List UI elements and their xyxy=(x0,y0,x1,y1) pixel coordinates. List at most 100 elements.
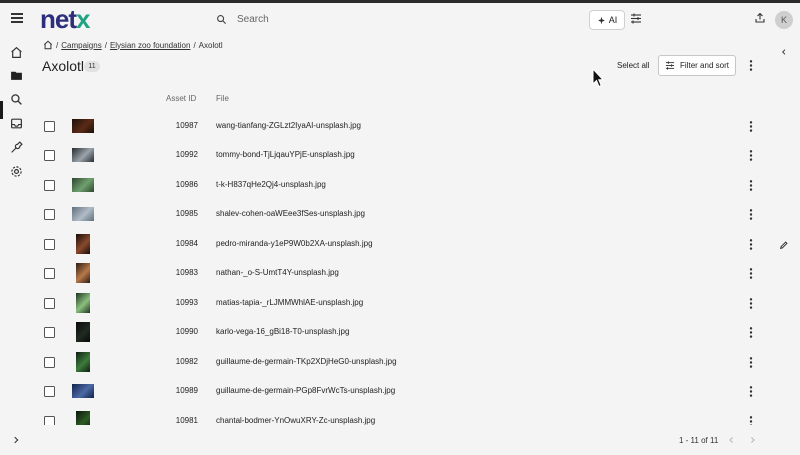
filter-and-sort-label: Filter and sort xyxy=(680,61,729,70)
row-more-vert-icon[interactable] xyxy=(749,268,753,280)
table-row[interactable]: 10985 shalev-cohen-oaWEee3fSes-unsplash.j… xyxy=(32,201,772,231)
file-name-cell[interactable]: guillaume-de-germain-PGp8FvrWcTs-unsplas… xyxy=(216,386,395,395)
select-all-button[interactable]: Select all xyxy=(617,61,649,70)
asset-id-cell: 10981 xyxy=(175,415,198,425)
table-row[interactable]: 10983 nathan-_o-S-UmtT4Y-unsplash.jpg xyxy=(32,260,772,290)
breadcrumb-campaigns[interactable]: Campaigns xyxy=(61,41,101,50)
inbox-icon[interactable] xyxy=(10,117,23,130)
search-input[interactable] xyxy=(235,12,559,26)
row-more-vert-icon[interactable] xyxy=(749,297,753,309)
row-more-vert-icon[interactable] xyxy=(749,386,753,398)
row-checkbox[interactable] xyxy=(44,415,55,425)
row-checkbox[interactable] xyxy=(44,150,55,162)
next-page-icon[interactable] xyxy=(748,435,757,445)
column-header-file[interactable]: File xyxy=(216,94,229,103)
file-name-cell[interactable]: pedro-miranda-y1eP9W0b2XA-unsplash.jpg xyxy=(216,239,373,248)
asset-id-cell: 10987 xyxy=(175,120,198,130)
row-more-vert-icon[interactable] xyxy=(749,150,753,162)
asset-table: 10987 wang-tianfang-ZGLzt2IyaAI-unsplash.… xyxy=(32,112,772,425)
row-checkbox[interactable] xyxy=(44,238,55,250)
asset-thumbnail[interactable] xyxy=(76,322,90,343)
previous-page-icon[interactable] xyxy=(727,435,736,445)
tune-icon[interactable] xyxy=(630,13,642,24)
table-row[interactable]: 10982 guillaume-de-germain-TKp2XDjHeG0-un… xyxy=(32,348,772,378)
row-checkbox[interactable] xyxy=(44,209,55,221)
more-vert-icon[interactable] xyxy=(749,60,753,71)
file-name-cell[interactable]: chantal-bodmer-YnOwuXRY-Zc-unsplash.jpg xyxy=(216,416,375,425)
row-more-vert-icon[interactable] xyxy=(749,238,753,250)
file-name-cell[interactable]: tommy-bond-TjLjqauYPjE-unsplash.jpg xyxy=(216,150,355,159)
row-checkbox[interactable] xyxy=(44,179,55,191)
table-row[interactable]: 10987 wang-tianfang-ZGLzt2IyaAI-unsplash.… xyxy=(32,112,772,142)
row-more-vert-icon[interactable] xyxy=(749,356,753,368)
expand-sidebar-icon[interactable] xyxy=(11,435,21,445)
search-nav-icon[interactable] xyxy=(10,93,23,106)
home-breadcrumb-icon[interactable] xyxy=(43,40,53,50)
row-more-vert-icon[interactable] xyxy=(749,179,753,191)
logo-accent: x xyxy=(76,4,91,34)
row-more-vert-icon[interactable] xyxy=(749,415,753,425)
file-name-cell[interactable]: wang-tianfang-ZGLzt2IyaAI-unsplash.jpg xyxy=(216,121,361,130)
tools-icon[interactable] xyxy=(10,141,23,154)
row-checkbox[interactable] xyxy=(44,268,55,280)
asset-thumbnail[interactable] xyxy=(76,263,90,284)
pagination-range: 1 - 11 of 11 xyxy=(679,436,719,445)
asset-thumbnail[interactable] xyxy=(76,351,90,372)
file-name-cell[interactable]: guillaume-de-germain-TKp2XDjHeG0-unsplas… xyxy=(216,357,397,366)
file-name-cell[interactable]: matias-tapia-_rLJMMWhlAE-unsplash.jpg xyxy=(216,298,363,307)
home-icon[interactable] xyxy=(10,46,23,59)
column-header-asset-id[interactable]: Asset ID xyxy=(166,94,196,103)
sparkle-icon xyxy=(597,16,605,24)
file-name-cell[interactable]: nathan-_o-S-UmtT4Y-unsplash.jpg xyxy=(216,268,339,277)
tune-icon xyxy=(665,61,675,70)
table-row[interactable]: 10990 karlo-vega-16_gBi18-T0-unsplash.jpg xyxy=(32,319,772,349)
asset-thumbnail[interactable] xyxy=(72,118,94,133)
row-checkbox[interactable] xyxy=(44,327,55,339)
table-row[interactable]: 10989 guillaume-de-germain-PGp8FvrWcTs-un… xyxy=(32,378,772,408)
avatar[interactable]: K xyxy=(775,11,793,29)
page-title: Axolotl xyxy=(42,58,85,74)
breadcrumb-separator: / xyxy=(104,40,107,50)
item-count-badge: 11 xyxy=(84,61,100,72)
row-more-vert-icon[interactable] xyxy=(749,120,753,132)
table-row[interactable]: 10981 chantal-bodmer-YnOwuXRY-Zc-unsplash… xyxy=(32,407,772,425)
file-name-cell[interactable]: shalev-cohen-oaWEee3fSes-unsplash.jpg xyxy=(216,209,365,218)
row-checkbox[interactable] xyxy=(44,120,55,132)
breadcrumb-current: Axolotl xyxy=(198,40,223,50)
breadcrumb-separator: / xyxy=(56,40,59,50)
breadcrumb-separator: / xyxy=(193,40,196,50)
row-checkbox[interactable] xyxy=(44,297,55,309)
asset-thumbnail[interactable] xyxy=(72,148,94,163)
breadcrumb-elysian-zoo[interactable]: Elysian zoo foundation xyxy=(110,41,191,50)
asset-thumbnail[interactable] xyxy=(72,177,94,192)
table-row[interactable]: 10993 matias-tapia-_rLJMMWhlAE-unsplash.j… xyxy=(32,289,772,319)
table-row[interactable]: 10986 t-k-H837qHe2Qj4-unsplash.jpg xyxy=(32,171,772,201)
asset-thumbnail[interactable] xyxy=(76,292,90,313)
row-checkbox[interactable] xyxy=(44,356,55,368)
file-name-cell[interactable]: t-k-H837qHe2Qj4-unsplash.jpg xyxy=(216,180,326,189)
left-nav xyxy=(0,35,32,455)
share-icon[interactable] xyxy=(754,12,766,24)
asset-thumbnail[interactable] xyxy=(72,207,94,222)
menu-icon[interactable] xyxy=(11,13,23,23)
search-icon xyxy=(217,14,227,24)
ai-search-button[interactable]: AI xyxy=(589,10,625,30)
asset-thumbnail[interactable] xyxy=(76,233,90,254)
asset-id-cell: 10982 xyxy=(175,356,198,366)
folder-icon[interactable] xyxy=(10,69,23,82)
chevron-left-icon[interactable] xyxy=(780,47,788,57)
filter-and-sort-button[interactable]: Filter and sort xyxy=(658,55,736,76)
edit-pencil-icon[interactable] xyxy=(779,240,789,250)
file-name-cell[interactable]: karlo-vega-16_gBi18-T0-unsplash.jpg xyxy=(216,327,349,336)
asset-thumbnail[interactable] xyxy=(76,410,90,425)
search-bar[interactable] xyxy=(216,8,584,30)
row-checkbox[interactable] xyxy=(44,386,55,398)
asset-thumbnail[interactable] xyxy=(72,384,94,399)
table-row[interactable]: 10984 pedro-miranda-y1eP9W0b2XA-unsplash.… xyxy=(32,230,772,260)
netx-logo[interactable]: netx xyxy=(40,4,91,34)
table-row[interactable]: 10992 tommy-bond-TjLjqauYPjE-unsplash.jpg xyxy=(32,142,772,172)
row-more-vert-icon[interactable] xyxy=(749,327,753,339)
settings-gear-icon[interactable] xyxy=(10,165,23,178)
row-more-vert-icon[interactable] xyxy=(749,209,753,221)
asset-id-cell: 10992 xyxy=(175,150,198,160)
